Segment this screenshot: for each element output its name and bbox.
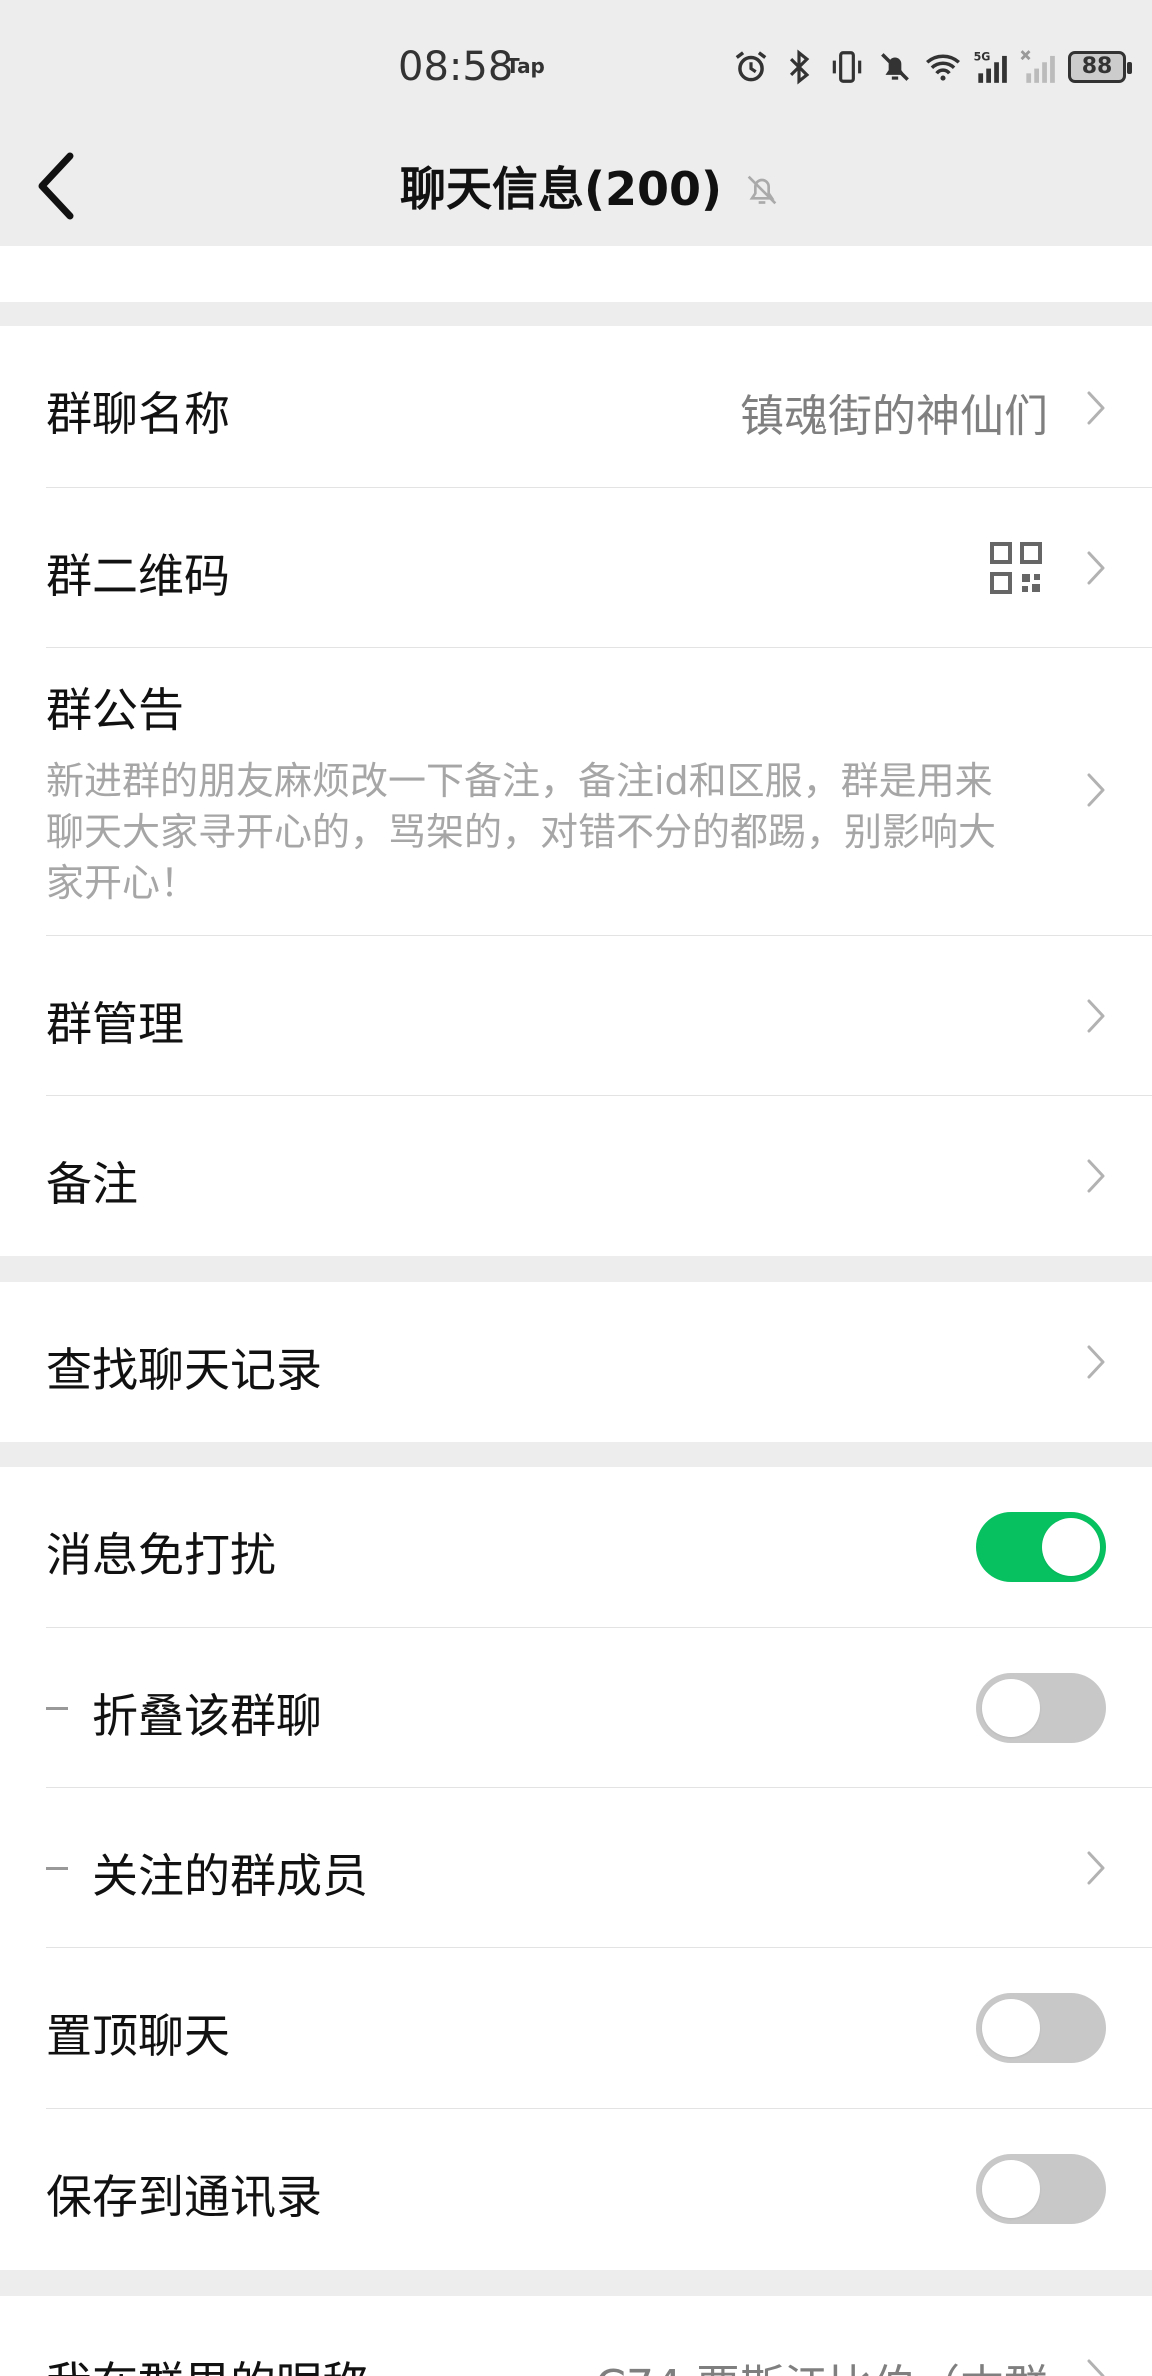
toggle-knob [982, 2160, 1040, 2218]
group-manage-row[interactable]: 群管理 [0, 936, 1152, 1096]
nickname-label: 我在群里的昵称 [46, 2348, 368, 2376]
nav-bar: 聊天信息(200) [0, 130, 1152, 246]
follow-members-label: 关注的群成员 [92, 1849, 368, 1903]
save-contacts-label: 保存到通讯录 [46, 2170, 322, 2224]
wifi-icon [926, 54, 960, 81]
chevron-right-icon [1087, 391, 1105, 425]
mute-icon [881, 53, 909, 81]
chevron-right-icon [1087, 2359, 1105, 2376]
qr-code-icon [990, 542, 1042, 594]
group-notice-row[interactable]: 群公告 新进群的朋友麻烦改一下备注，备注id和区服，群是用来聊天大家寻开心的，骂… [0, 648, 1152, 936]
fold-row: 折叠该群聊 [0, 1628, 1152, 1788]
remark-row[interactable]: 备注 [0, 1096, 1152, 1256]
page-title: 聊天信息(200) [399, 162, 723, 216]
battery-indicator: 88 [1068, 51, 1132, 83]
status-bar: 08:58 Tap 5G 88 [0, 0, 1152, 130]
chevron-right-icon [1087, 999, 1105, 1033]
dash-icon [46, 1707, 68, 1710]
pin-label: 置顶聊天 [46, 2009, 230, 2063]
mute-row: 消息免打扰 [0, 1467, 1152, 1628]
save-contacts-toggle[interactable] [976, 2154, 1106, 2224]
toggle-knob [982, 1999, 1040, 2057]
group-qr-row[interactable]: 群二维码 [0, 488, 1152, 648]
remark-label: 备注 [46, 1157, 138, 1211]
search-history-row[interactable]: 查找聊天记录 [0, 1282, 1152, 1442]
status-time: 08:58 [398, 44, 514, 90]
chevron-right-icon [1087, 1851, 1105, 1885]
toggle-knob [982, 1679, 1040, 1737]
chevron-right-icon [1087, 1345, 1105, 1379]
follow-members-row[interactable]: 关注的群成员 [0, 1788, 1152, 1948]
dash-icon [46, 1867, 68, 1870]
alarm-icon [735, 51, 767, 82]
search-history-label: 查找聊天记录 [46, 1343, 322, 1397]
group-manage-label: 群管理 [46, 997, 184, 1051]
vibrate-icon [832, 51, 862, 83]
group-name-row[interactable]: 群聊名称 镇魂街的神仙们 [0, 326, 1152, 488]
pin-toggle[interactable] [976, 1993, 1106, 2063]
group-name-label: 群聊名称 [46, 387, 230, 441]
save-contacts-row: 保存到通讯录 [0, 2109, 1152, 2270]
member-area-bottom [0, 246, 1152, 302]
chevron-right-icon [1087, 551, 1105, 585]
signal-5g-icon: 5G [974, 51, 1007, 83]
page-title-wrap: 聊天信息(200) [0, 150, 1152, 222]
group-qr-label: 群二维码 [46, 549, 230, 603]
bluetooth-icon [789, 49, 810, 85]
bell-off-icon [747, 175, 777, 205]
toggle-knob [1042, 1518, 1100, 1576]
group-notice-text: 新进群的朋友麻烦改一下备注，备注id和区服，群是用来聊天大家寻开心的，骂架的，对… [46, 759, 997, 905]
signal-icon [1020, 50, 1055, 83]
svg-text:5G: 5G [974, 51, 991, 64]
mute-label: 消息免打扰 [46, 1528, 276, 1582]
fold-label: 折叠该群聊 [92, 1689, 322, 1743]
chevron-right-icon [1087, 773, 1105, 807]
group-name-value: 镇魂街的神仙们 [740, 391, 1048, 442]
pin-row: 置顶聊天 [0, 1948, 1152, 2109]
mute-toggle[interactable] [976, 1512, 1106, 1582]
nickname-value: C74 要斯江比伯（本群 [595, 2350, 1048, 2376]
fold-toggle[interactable] [976, 1673, 1106, 1743]
group-notice-label: 群公告 [46, 683, 184, 737]
status-icons: 5G 88 [732, 44, 1132, 90]
status-tap-label: Tap [506, 54, 545, 78]
chevron-right-icon [1087, 1159, 1105, 1193]
nickname-row[interactable]: 我在群里的昵称 C74 要斯江比伯（本群 [0, 2296, 1152, 2376]
